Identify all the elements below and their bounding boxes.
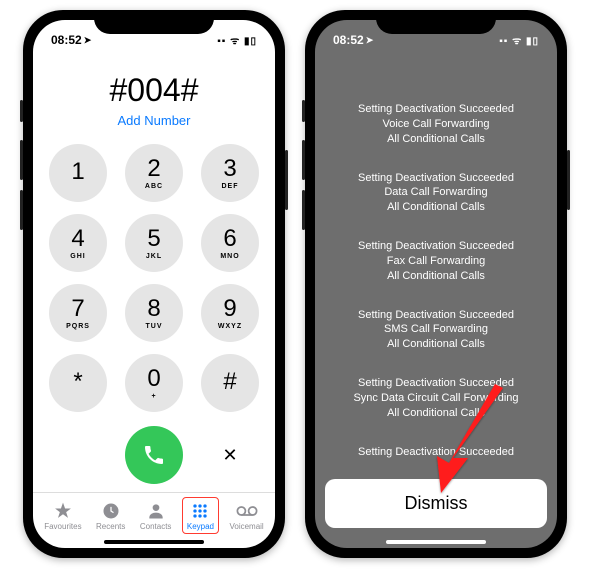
home-indicator[interactable] bbox=[386, 540, 486, 544]
status-right-icons: ▪▪ ᯤ ▮▯ bbox=[499, 33, 539, 47]
status-bar: 08:52 ➤ ▪▪ ᯤ ▮▯ bbox=[315, 20, 557, 52]
call-button[interactable] bbox=[125, 426, 183, 484]
key-hash[interactable]: # bbox=[201, 354, 259, 412]
screen-result: 08:52 ➤ ▪▪ ᯤ ▮▯ Setting Deactivation Suc… bbox=[315, 20, 557, 548]
tab-keypad[interactable]: Keypad bbox=[182, 497, 219, 534]
phone-icon bbox=[142, 443, 166, 467]
delete-button[interactable]: ✕ bbox=[201, 426, 259, 484]
status-right-icons: ▪▪ ᯤ ▮▯ bbox=[217, 33, 257, 47]
key-6[interactable]: 6MNO bbox=[201, 214, 259, 272]
screen-dialer: 08:52 ➤ ▪▪ ᯤ ▮▯ #004# Add Number 1 2ABC … bbox=[33, 20, 275, 548]
key-5[interactable]: 5JKL bbox=[125, 214, 183, 272]
result-block: Setting Deactivation Succeeded Voice Cal… bbox=[358, 102, 514, 147]
tab-voicemail[interactable]: Voicemail bbox=[225, 498, 267, 533]
location-icon: ➤ bbox=[84, 35, 92, 46]
result-block: Setting Deactivation Succeeded Sync Data… bbox=[353, 376, 518, 421]
add-number-link[interactable]: Add Number bbox=[33, 113, 275, 128]
result-block: Setting Deactivation Succeeded Fax Call … bbox=[358, 239, 514, 284]
key-star[interactable]: * bbox=[49, 354, 107, 412]
dial-display: #004# Add Number bbox=[33, 52, 275, 134]
key-8[interactable]: 8TUV bbox=[125, 284, 183, 342]
keypad: 1 2ABC 3DEF 4GHI 5JKL 6MNO 7PQRS 8TUV 9W… bbox=[33, 134, 275, 422]
result-block: Setting Deactivation Succeeded SMS Call … bbox=[358, 308, 514, 353]
key-3[interactable]: 3DEF bbox=[201, 144, 259, 202]
phone-frame-left: 08:52 ➤ ▪▪ ᯤ ▮▯ #004# Add Number 1 2ABC … bbox=[23, 10, 285, 558]
tab-bar: Favourites Recents Contacts Keypad Voice… bbox=[33, 492, 275, 536]
location-icon: ➤ bbox=[366, 35, 374, 46]
tab-contacts[interactable]: Contacts bbox=[136, 498, 176, 533]
key-1[interactable]: 1 bbox=[49, 144, 107, 202]
tab-recents[interactable]: Recents bbox=[92, 498, 129, 533]
key-4[interactable]: 4GHI bbox=[49, 214, 107, 272]
phone-frame-right: 08:52 ➤ ▪▪ ᯤ ▮▯ Setting Deactivation Suc… bbox=[305, 10, 567, 558]
star-icon bbox=[53, 500, 73, 522]
result-block: Setting Deactivation Succeeded Data Call… bbox=[358, 171, 514, 216]
clock-icon bbox=[101, 500, 121, 522]
home-indicator[interactable] bbox=[104, 540, 204, 544]
status-bar: 08:52 ➤ ▪▪ ᯤ ▮▯ bbox=[33, 20, 275, 52]
dialed-number: #004# bbox=[33, 72, 275, 109]
delete-icon: ✕ bbox=[222, 445, 237, 466]
keypad-icon bbox=[190, 500, 210, 522]
contact-icon bbox=[146, 500, 166, 522]
tab-favourites[interactable]: Favourites bbox=[40, 498, 85, 533]
key-0[interactable]: 0+ bbox=[125, 354, 183, 412]
status-time: 08:52 bbox=[51, 33, 82, 47]
key-9[interactable]: 9WXYZ bbox=[201, 284, 259, 342]
result-block: Setting Deactivation Succeeded bbox=[358, 445, 514, 460]
status-time: 08:52 bbox=[333, 33, 364, 47]
dismiss-button[interactable]: Dismiss bbox=[325, 479, 547, 528]
key-2[interactable]: 2ABC bbox=[125, 144, 183, 202]
voicemail-icon bbox=[235, 500, 259, 522]
result-messages: Setting Deactivation Succeeded Voice Cal… bbox=[315, 52, 557, 479]
key-7[interactable]: 7PQRS bbox=[49, 284, 107, 342]
